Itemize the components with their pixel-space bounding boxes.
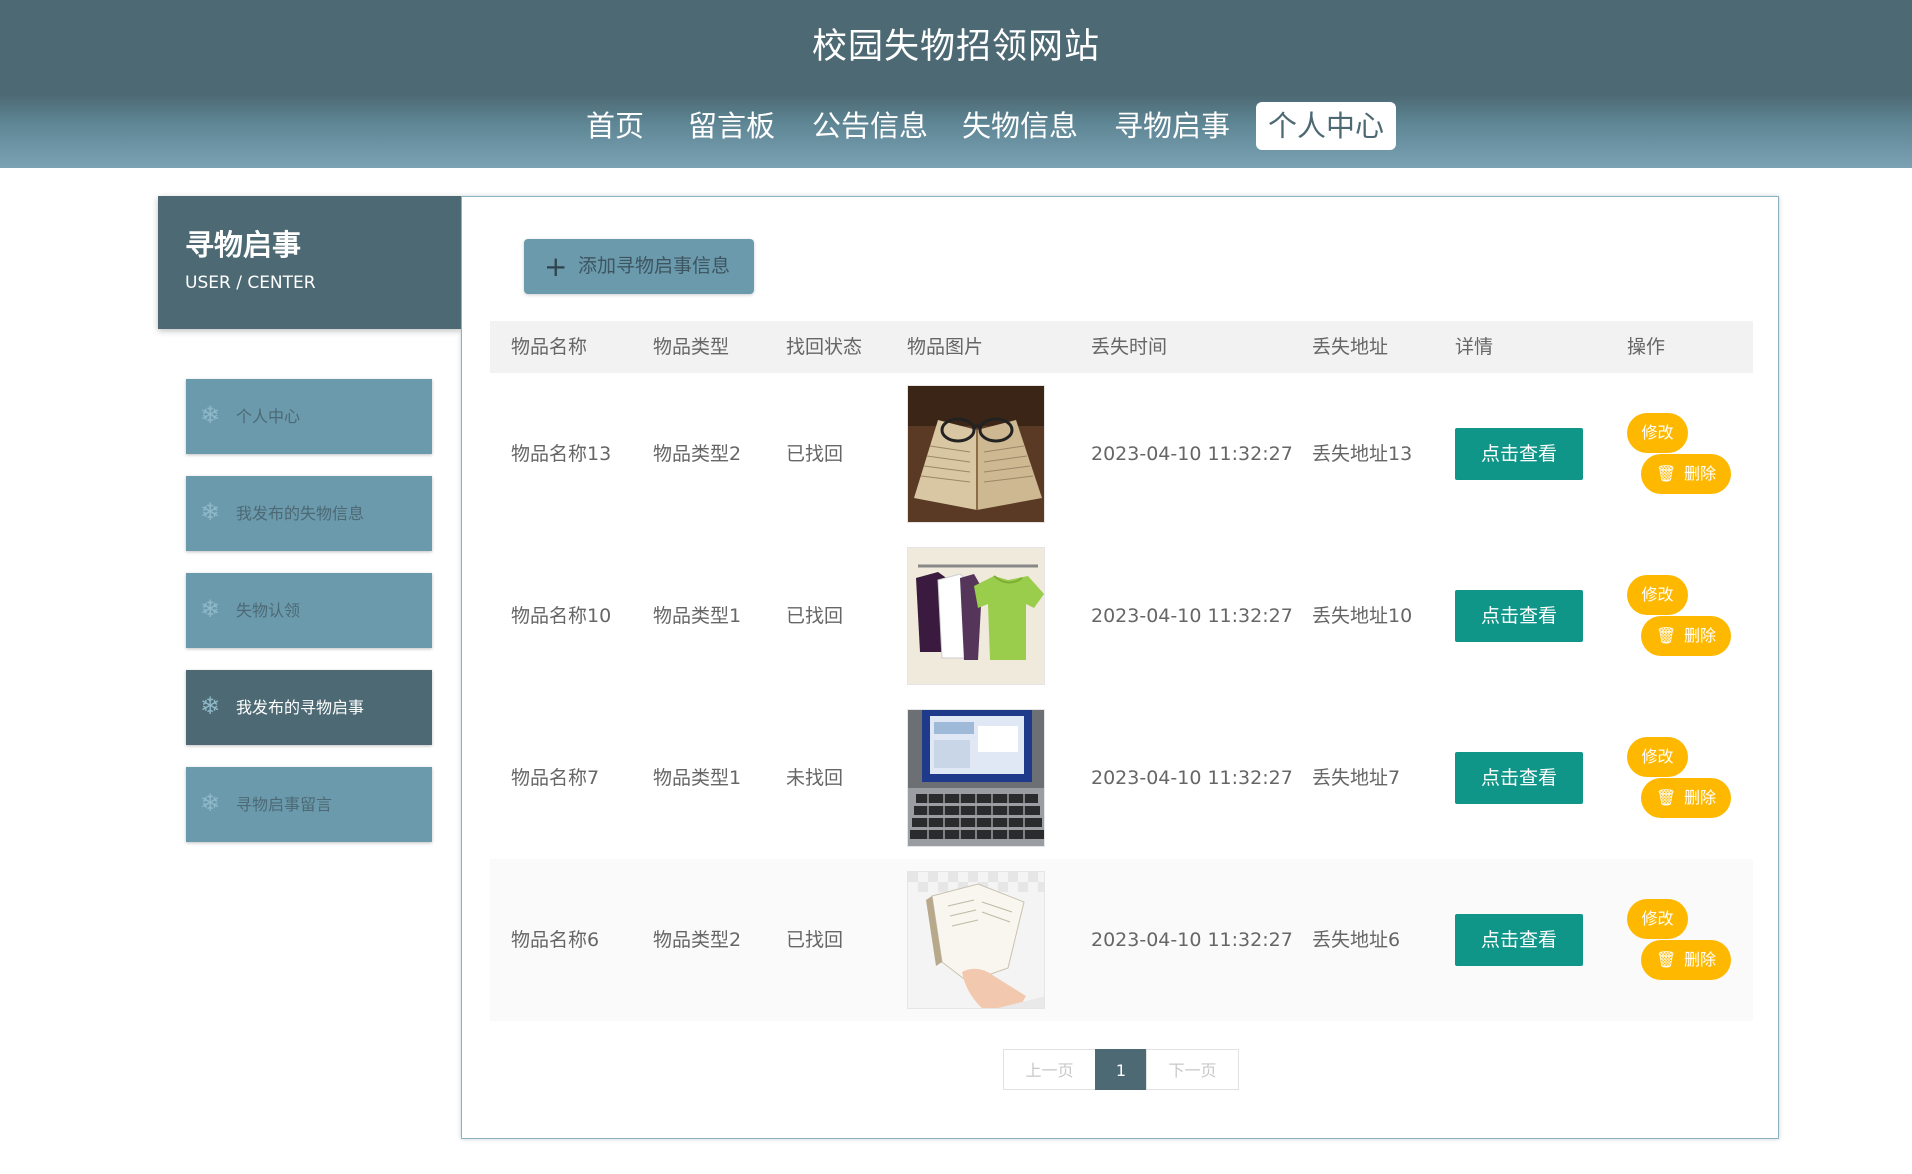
item-name: 物品名称6	[511, 929, 600, 951]
column-header-actions: 操作	[1627, 336, 1666, 358]
item-type: 物品类型2	[653, 929, 742, 951]
item-image	[907, 547, 1045, 685]
view-details-button[interactable]: 点击查看	[1455, 914, 1583, 966]
nav-item-personal-center[interactable]: 个人中心	[1256, 102, 1397, 150]
view-details-button[interactable]: 点击查看	[1455, 590, 1583, 642]
table-header: 物品名称 物品类型 找回状态 物品图片 丢失时间 丢失地址 详情 操作	[490, 321, 1753, 373]
item-type: 物品类型1	[653, 767, 742, 789]
main-panel: + 添加寻物启事信息 物品名称 物品类型 找回状态 物品图片 丢失时间 丢失地址…	[461, 196, 1779, 1139]
sidebar-item-my-lost-items[interactable]: ❄ 我发布的失物信息	[186, 476, 432, 551]
sidebar-item-claims[interactable]: ❄ 失物认领	[186, 573, 432, 648]
lost-address: 丢失地址6	[1312, 929, 1401, 951]
delete-button[interactable]: 🗑 删除	[1641, 940, 1731, 980]
nav-item-lost-notices[interactable]: 寻物启事	[1114, 102, 1230, 150]
column-header-details: 详情	[1455, 336, 1494, 358]
sidebar-item-notice-messages[interactable]: ❄ 寻物启事留言	[186, 767, 432, 842]
column-header-lost-time: 丢失时间	[1091, 336, 1168, 358]
sidebar-item-label: 我发布的寻物启事	[236, 698, 365, 717]
nav-item-message-board[interactable]: 留言板	[688, 102, 775, 150]
item-name: 物品名称13	[511, 443, 612, 465]
snowflake-icon: ❄	[200, 595, 221, 623]
item-image	[907, 709, 1045, 847]
sidebar-item-label: 寻物启事留言	[236, 795, 333, 814]
table-row: 物品名称10 物品类型1 已找回 2023-04-10 11:32:27 丢失地…	[490, 535, 1753, 697]
lost-address: 丢失地址10	[1312, 605, 1413, 627]
add-lost-notice-button[interactable]: + 添加寻物启事信息	[524, 239, 754, 294]
edit-button[interactable]: 修改	[1627, 575, 1688, 615]
item-image	[907, 871, 1045, 1009]
lost-time: 2023-04-10 11:32:27	[1091, 767, 1293, 789]
sidebar-item-label: 我发布的失物信息	[236, 504, 365, 523]
sidebar-item-my-lost-notices[interactable]: ❄ 我发布的寻物启事	[186, 670, 432, 745]
page-number-current[interactable]: 1	[1095, 1049, 1147, 1090]
trash-icon: 🗑	[1656, 950, 1677, 969]
nav-item-announcements[interactable]: 公告信息	[812, 102, 928, 150]
trash-icon: 🗑	[1656, 788, 1677, 807]
recovery-status: 已找回	[786, 605, 844, 627]
table-row: 物品名称6 物品类型2 已找回 2023-04-10 11:32:27 丢失地址…	[490, 859, 1753, 1021]
edit-button[interactable]: 修改	[1627, 737, 1688, 777]
site-title: 校园失物招领网站	[811, 27, 1100, 67]
item-name: 物品名称7	[511, 767, 600, 789]
delete-button[interactable]: 🗑 删除	[1641, 778, 1731, 818]
lost-time: 2023-04-10 11:32:27	[1091, 443, 1293, 465]
column-header-type: 物品类型	[653, 336, 730, 358]
lost-time: 2023-04-10 11:32:27	[1091, 929, 1293, 951]
lost-address: 丢失地址7	[1312, 767, 1401, 789]
column-header-lost-address: 丢失地址	[1312, 336, 1389, 358]
snowflake-icon: ❄	[200, 789, 221, 817]
column-header-status: 找回状态	[786, 336, 863, 358]
sidebar-item-label: 失物认领	[236, 601, 301, 620]
lost-notice-table: 物品名称 物品类型 找回状态 物品图片 丢失时间 丢失地址 详情 操作 物品名称…	[490, 321, 1753, 1021]
table-row: 物品名称13 物品类型2 已找回 2023-04-10 11:32:27 丢失地…	[490, 373, 1753, 535]
recovery-status: 已找回	[786, 929, 844, 951]
lost-address: 丢失地址13	[1312, 443, 1413, 465]
trash-icon: 🗑	[1656, 626, 1677, 645]
trash-icon: 🗑	[1656, 464, 1677, 483]
column-header-image: 物品图片	[907, 336, 984, 358]
main-nav: 首页 留言板 公告信息 失物信息 寻物启事 个人中心	[0, 102, 1912, 152]
plus-icon: +	[544, 250, 568, 283]
sidebar-subtitle: USER / CENTER	[185, 273, 316, 293]
item-type: 物品类型1	[653, 605, 742, 627]
table-row: 物品名称7 物品类型1 未找回 2023-04-10 11:32:27 丢失地址…	[490, 697, 1753, 859]
item-name: 物品名称10	[511, 605, 612, 627]
prev-page-button[interactable]: 上一页	[1003, 1049, 1096, 1090]
site-header: 校园失物招领网站 首页 留言板 公告信息 失物信息 寻物启事 个人中心	[0, 0, 1912, 168]
snowflake-icon: ❄	[200, 498, 221, 526]
sidebar-title: 寻物启事	[185, 228, 302, 262]
recovery-status: 未找回	[786, 767, 844, 789]
delete-button[interactable]: 🗑 删除	[1641, 616, 1731, 656]
edit-button[interactable]: 修改	[1627, 899, 1688, 939]
sidebar-header: 寻物启事 USER / CENTER	[158, 196, 461, 329]
sidebar-item-label: 个人中心	[236, 407, 301, 426]
delete-button[interactable]: 🗑 删除	[1641, 454, 1731, 494]
snowflake-icon: ❄	[200, 401, 221, 429]
next-page-button[interactable]: 下一页	[1146, 1049, 1239, 1090]
recovery-status: 已找回	[786, 443, 844, 465]
sidebar-item-personal-center[interactable]: ❄ 个人中心	[186, 379, 432, 454]
nav-item-home[interactable]: 首页	[586, 102, 644, 150]
item-image	[907, 385, 1045, 523]
nav-item-lost-items[interactable]: 失物信息	[962, 102, 1078, 150]
edit-button[interactable]: 修改	[1627, 413, 1688, 453]
lost-time: 2023-04-10 11:32:27	[1091, 605, 1293, 627]
snowflake-icon: ❄	[200, 692, 221, 720]
view-details-button[interactable]: 点击查看	[1455, 428, 1583, 480]
item-type: 物品类型2	[653, 443, 742, 465]
view-details-button[interactable]: 点击查看	[1455, 752, 1583, 804]
column-header-name: 物品名称	[511, 336, 588, 358]
